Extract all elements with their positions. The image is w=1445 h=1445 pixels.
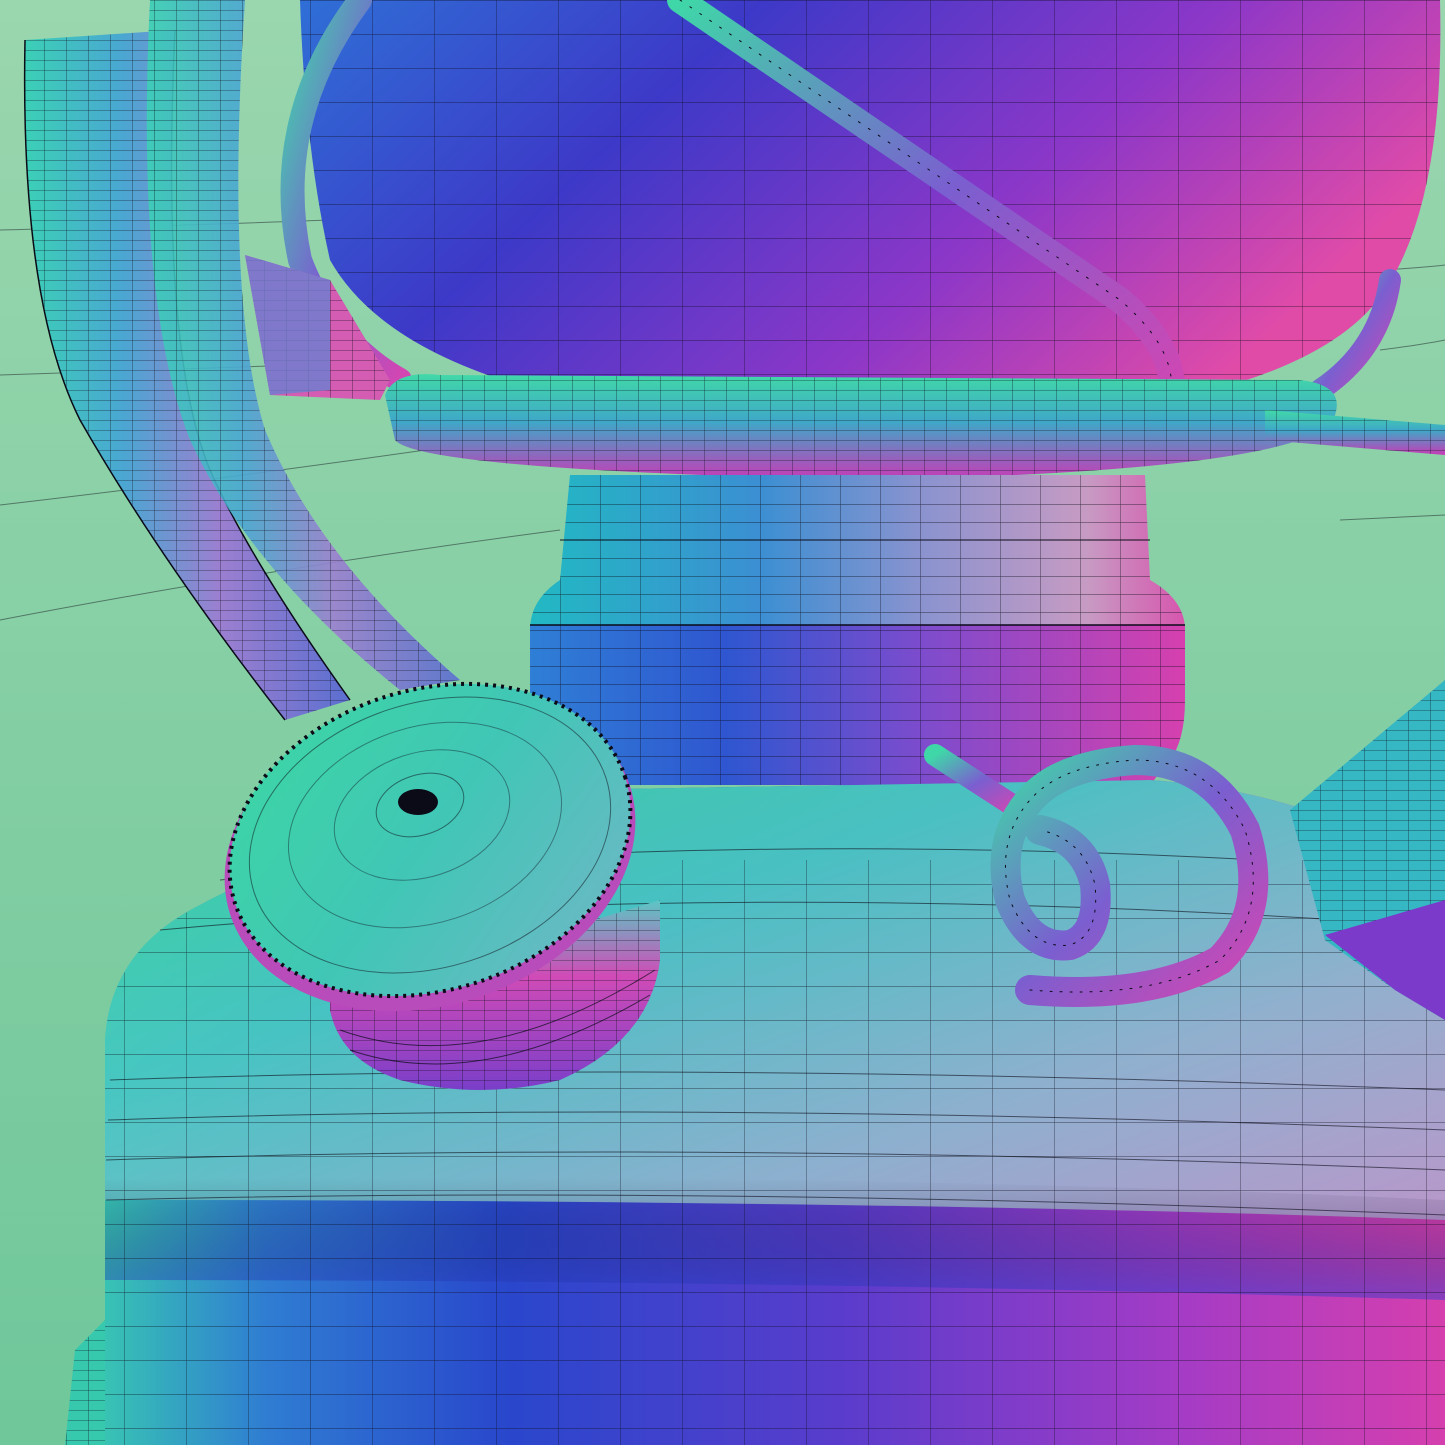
lantern-render — [0, 0, 1445, 1445]
glass-globe — [300, 0, 1441, 430]
viewport-3d — [0, 0, 1445, 1445]
burner-collar — [530, 475, 1185, 785]
